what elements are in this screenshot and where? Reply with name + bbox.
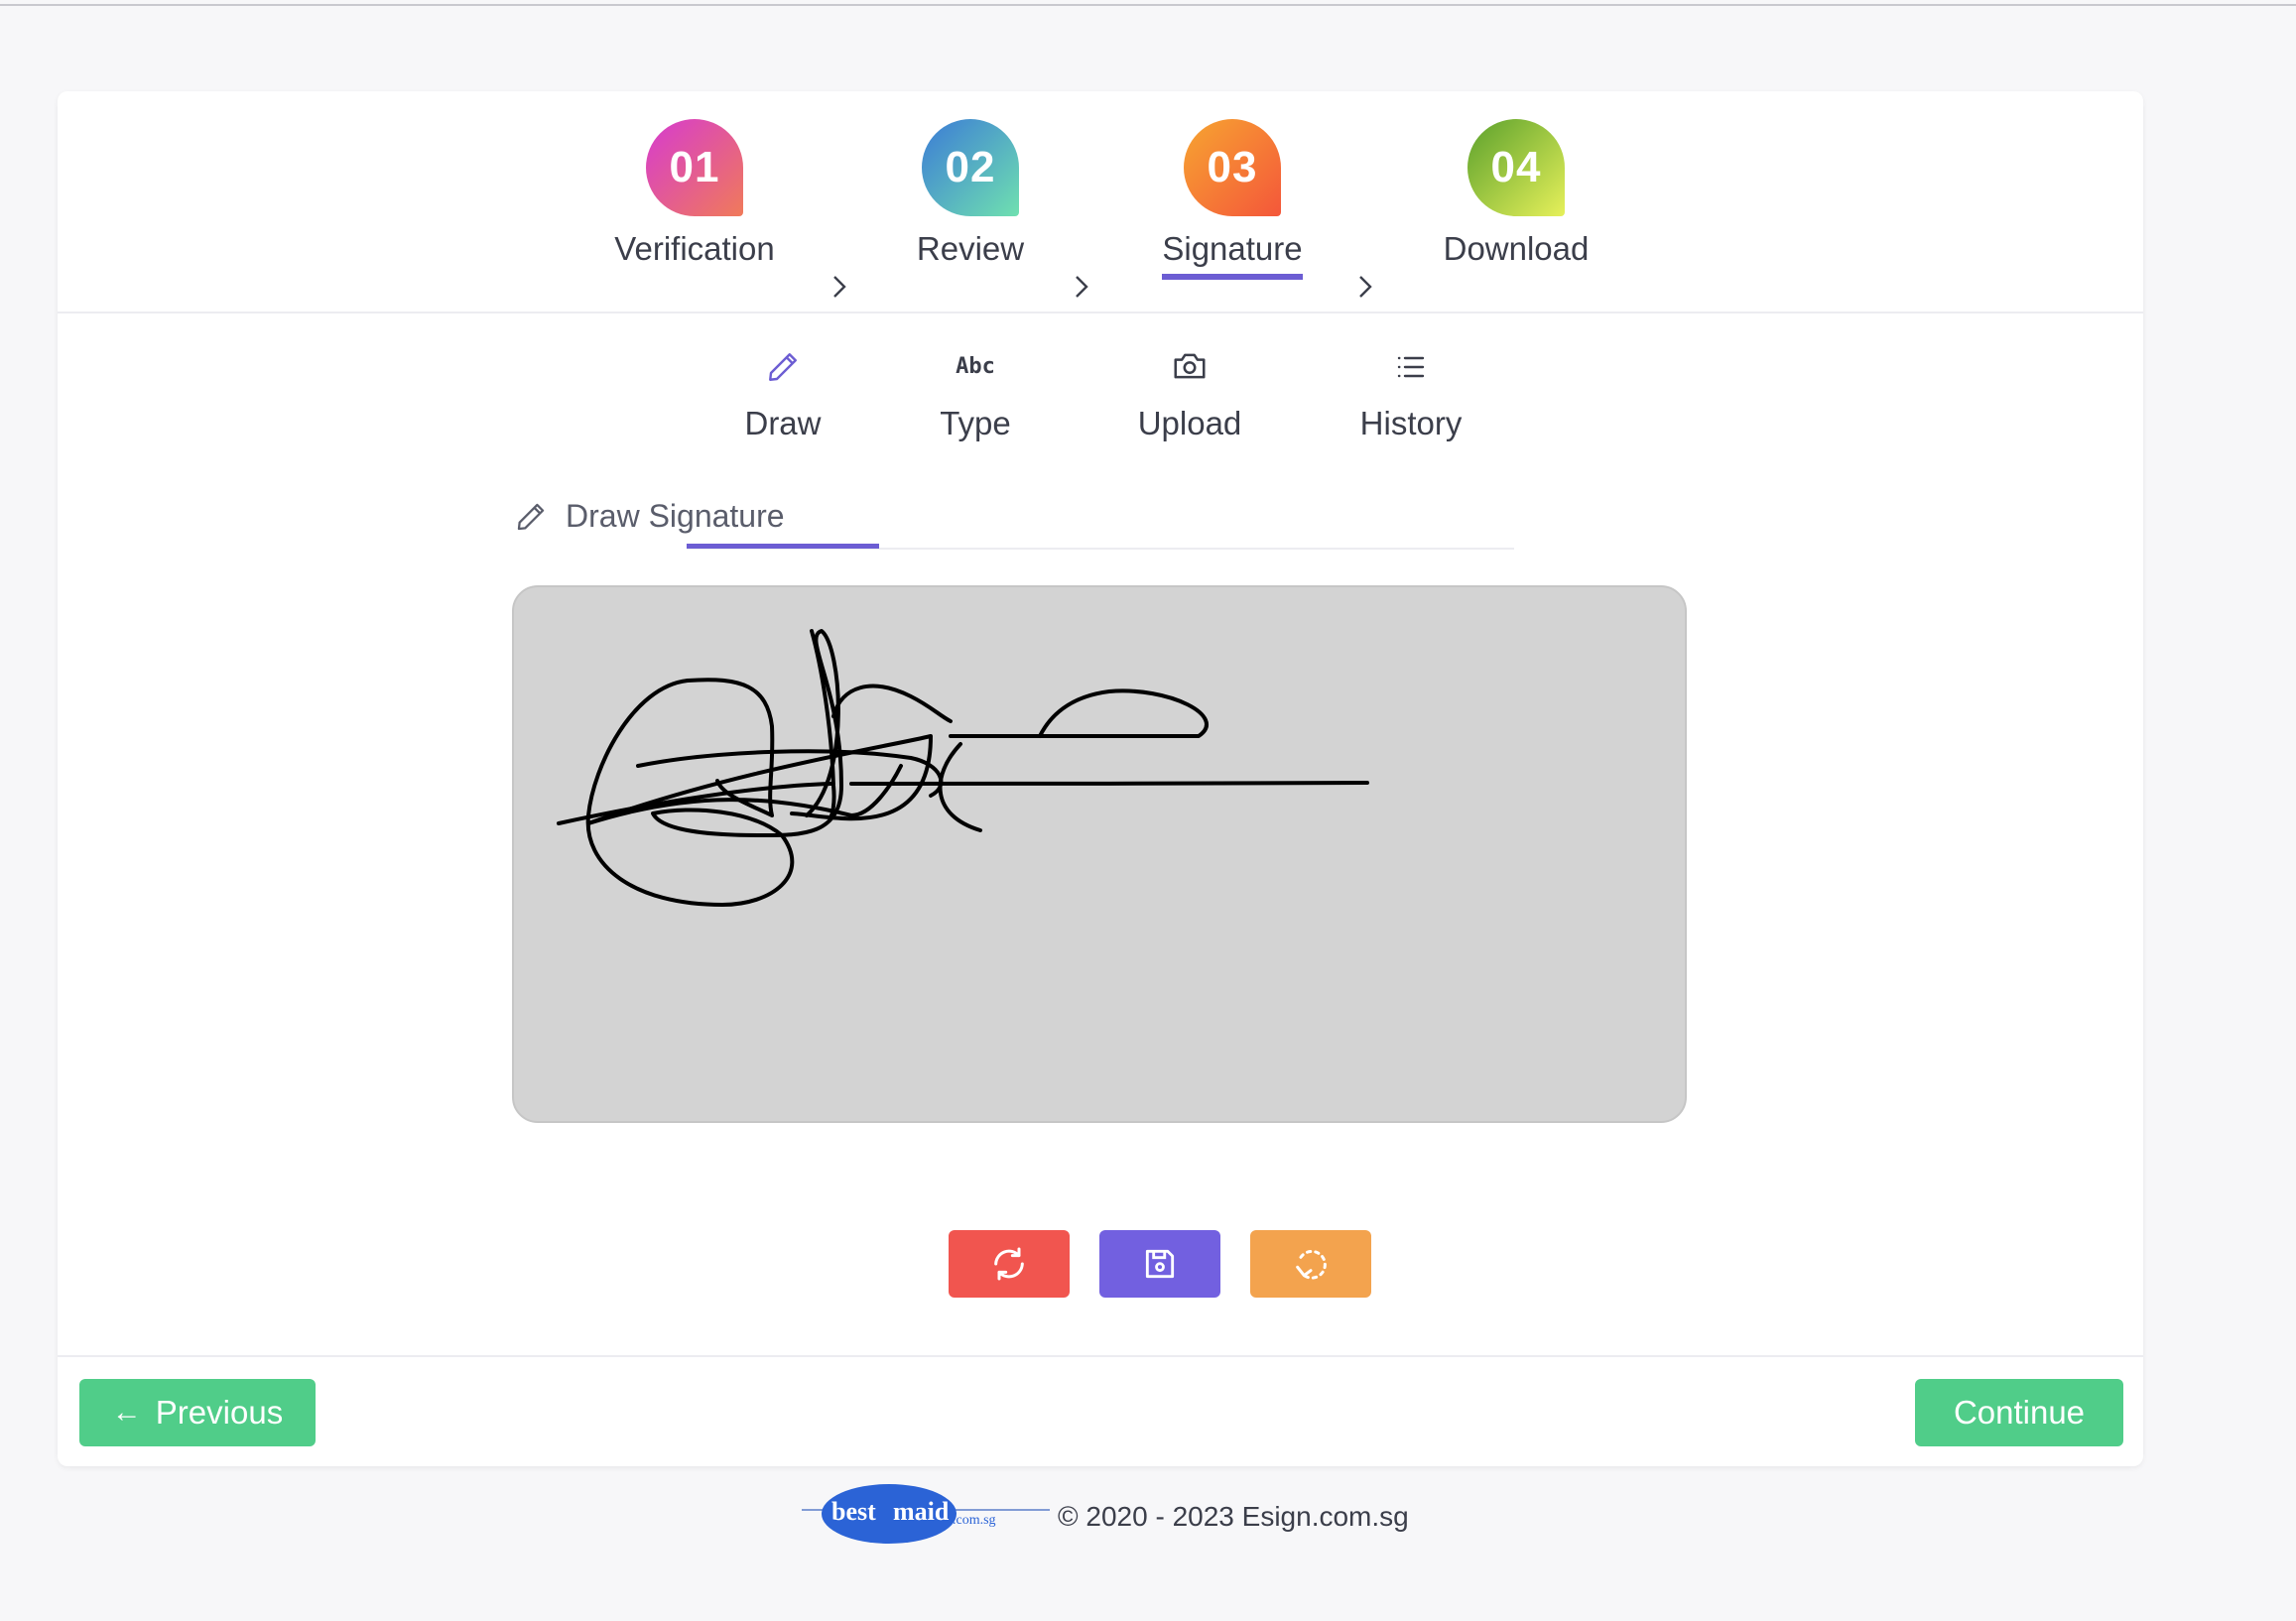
tab-label: History bbox=[1359, 405, 1463, 441]
step-label: Review bbox=[916, 230, 1025, 267]
tab-label: Upload bbox=[1137, 405, 1242, 441]
draw-signature-title: Draw Signature bbox=[566, 498, 785, 534]
clear-button[interactable] bbox=[949, 1230, 1070, 1298]
arrow-left-icon: ← bbox=[111, 1396, 142, 1429]
step-verification[interactable]: 01 Verification bbox=[566, 119, 824, 274]
stepper: 01 Verification 02 Review 03 Signature 0… bbox=[58, 91, 2143, 313]
step-label: Download bbox=[1443, 230, 1590, 267]
step-signature[interactable]: 03 Signature bbox=[1103, 119, 1361, 280]
signature-canvas[interactable] bbox=[512, 585, 1687, 1123]
bestmaid-logo: best maid .com.sg bbox=[802, 1484, 1050, 1544]
continue-label: Continue bbox=[1953, 1394, 2086, 1431]
step-number-badge: 04 bbox=[1467, 119, 1565, 216]
chevron-right-icon bbox=[1072, 270, 1091, 309]
tab-type[interactable]: Abc Type bbox=[879, 329, 1072, 550]
signing-card: 01 Verification 02 Review 03 Signature 0… bbox=[58, 91, 2143, 1466]
pencil-icon bbox=[514, 500, 548, 534]
step-number-badge: 02 bbox=[922, 119, 1019, 216]
signature-tabs: Draw Abc Type Upload History bbox=[687, 329, 1514, 550]
step-review[interactable]: 02 Review bbox=[841, 119, 1099, 274]
signature-actions bbox=[889, 1230, 1371, 1300]
refresh-icon bbox=[994, 1247, 1024, 1281]
previous-label: Previous bbox=[155, 1394, 284, 1431]
save-button[interactable] bbox=[1099, 1230, 1220, 1298]
svg-text:best: best bbox=[831, 1497, 876, 1526]
step-number-badge: 01 bbox=[646, 119, 743, 216]
undo-button[interactable] bbox=[1250, 1230, 1371, 1298]
card-footer-divider bbox=[58, 1355, 2143, 1357]
chevron-right-icon bbox=[829, 270, 849, 309]
tab-upload[interactable]: Upload bbox=[1072, 329, 1308, 550]
undo-icon bbox=[1296, 1249, 1327, 1280]
tab-history[interactable]: History bbox=[1308, 329, 1514, 550]
step-download[interactable]: 04 Download bbox=[1387, 119, 1645, 274]
pencil-icon bbox=[687, 329, 879, 385]
signature-stroke bbox=[557, 629, 1369, 907]
continue-button[interactable]: Continue bbox=[1915, 1379, 2123, 1446]
camera-icon bbox=[1072, 329, 1308, 385]
tab-label: Draw bbox=[744, 405, 822, 441]
list-icon bbox=[1308, 329, 1514, 385]
svg-text:maid: maid bbox=[893, 1497, 950, 1526]
tab-label: Type bbox=[940, 405, 1011, 441]
abc-icon: Abc bbox=[956, 354, 995, 379]
page-footer: best maid .com.sg © 2020 - 2023 Esign.co… bbox=[802, 1484, 1417, 1550]
floppy-disk-icon bbox=[1145, 1249, 1175, 1279]
active-tab-indicator bbox=[687, 544, 879, 549]
step-number-badge: 03 bbox=[1184, 119, 1281, 216]
copyright-text: © 2020 - 2023 Esign.com.sg bbox=[1058, 1501, 1409, 1532]
previous-button[interactable]: ← Previous bbox=[79, 1379, 316, 1446]
chevron-right-icon bbox=[1355, 270, 1375, 309]
step-label: Signature bbox=[1162, 230, 1303, 280]
top-divider bbox=[0, 0, 2296, 6]
svg-text:.com.sg: .com.sg bbox=[953, 1513, 996, 1528]
draw-signature-heading: Draw Signature bbox=[514, 498, 785, 535]
step-label: Verification bbox=[614, 230, 775, 267]
